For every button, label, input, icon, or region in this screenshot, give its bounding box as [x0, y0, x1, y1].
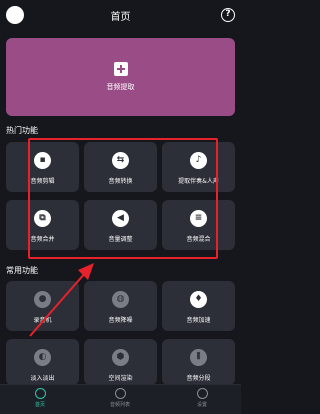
bottom-tab-bar: 首页 音频列表 设置	[0, 384, 241, 414]
home-icon	[34, 388, 46, 399]
tab-settings[interactable]: 设置	[172, 388, 232, 408]
list-icon	[114, 388, 126, 399]
tab-label: 设置	[196, 402, 207, 408]
tab-label: 首页	[34, 402, 45, 408]
tab-audio-list[interactable]: 音频列表	[90, 388, 150, 408]
tab-home[interactable]: 首页	[10, 388, 70, 408]
gear-icon	[196, 388, 208, 399]
annotation-arrow-icon	[29, 263, 94, 337]
tab-label: 音频列表	[109, 402, 130, 408]
